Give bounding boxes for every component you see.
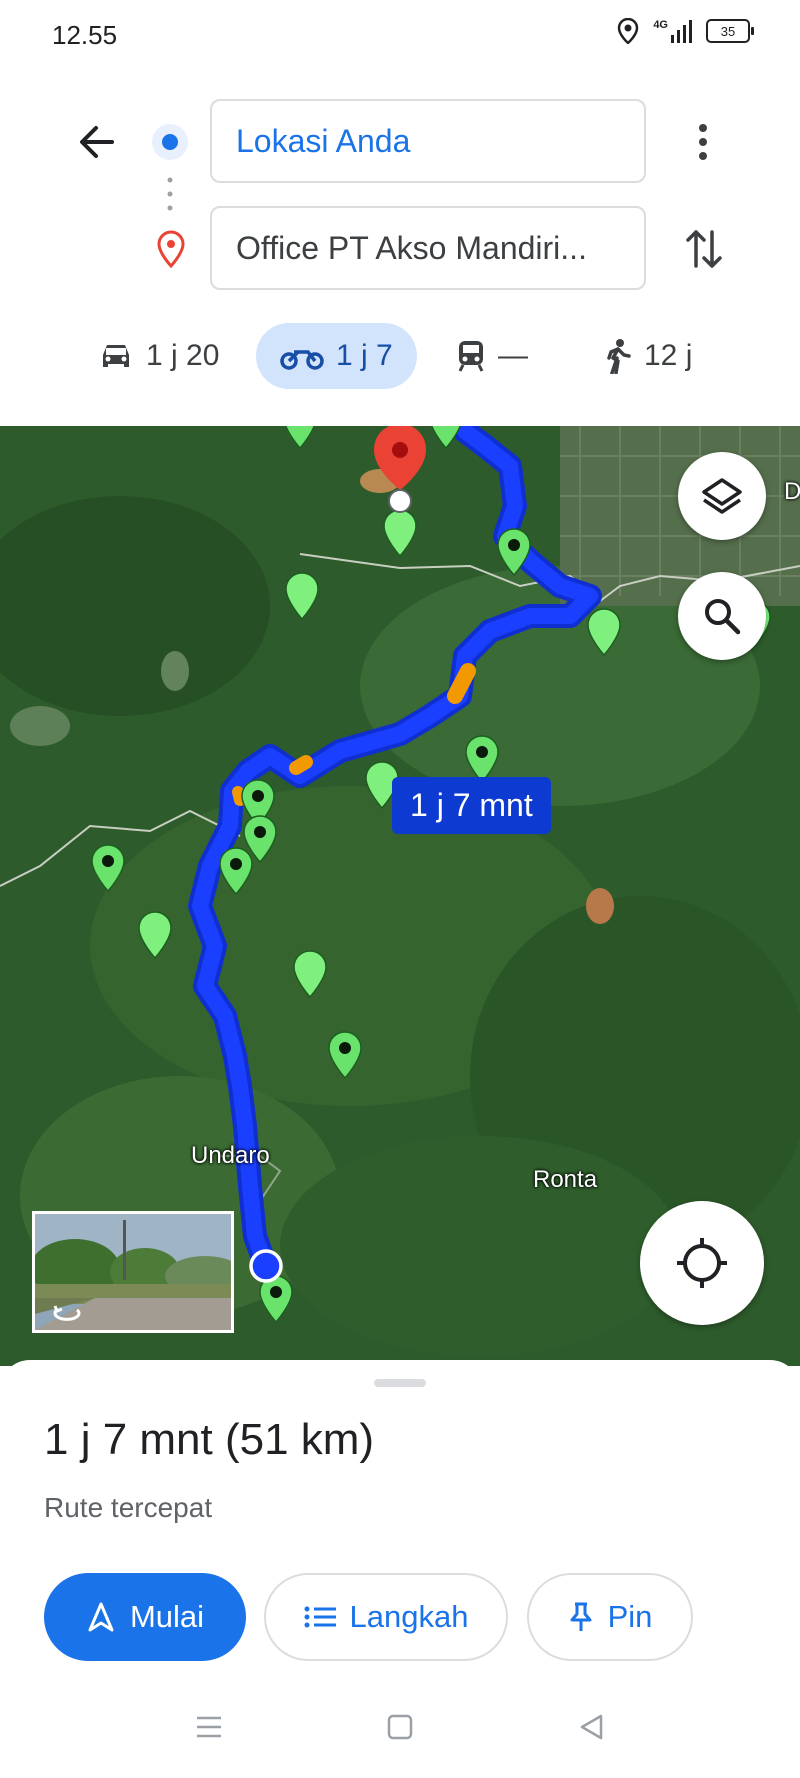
swap-icon[interactable]: [684, 226, 724, 272]
layers-icon: [702, 478, 742, 514]
status-time: 12.55: [52, 20, 118, 50]
mode-walk-label: 12 j: [644, 339, 693, 372]
status-icons: 4G 35: [617, 18, 754, 44]
steps-button[interactable]: Langkah: [264, 1573, 508, 1661]
system-nav-bar: [0, 1688, 800, 1778]
back-arrow-icon[interactable]: [76, 122, 116, 162]
crosshair-icon: [677, 1238, 727, 1288]
train-icon: [458, 341, 484, 372]
mode-drive-label: 1 j 20: [146, 339, 220, 372]
route-subtitle: Rute tercepat: [44, 1492, 213, 1523]
search-map-button[interactable]: [678, 572, 766, 660]
my-location-button[interactable]: [640, 1201, 764, 1325]
pushpin-icon: [570, 1602, 592, 1631]
search-icon: [705, 599, 741, 635]
route-duration-chip[interactable]: 1 j 7 mnt: [392, 777, 551, 834]
mode-transit[interactable]: —: [456, 323, 528, 389]
route-dots-icon: [167, 177, 173, 211]
mode-motorcycle-label: 1 j 7: [336, 339, 393, 372]
network-label: 4G: [653, 19, 668, 31]
sheet-drag-handle[interactable]: [374, 1379, 426, 1387]
mode-walk[interactable]: 12 j: [604, 323, 692, 389]
more-options-icon[interactable]: [688, 122, 718, 162]
street-view-thumbnail[interactable]: [32, 1211, 234, 1333]
battery-icon: 35: [706, 19, 754, 43]
destination-pin-icon: [157, 230, 185, 268]
steps-button-label: Langkah: [349, 1599, 469, 1634]
list-icon: [304, 1606, 336, 1628]
home-icon[interactable]: [385, 1712, 415, 1742]
start-button[interactable]: Mulai: [44, 1573, 246, 1661]
street-view-image: [35, 1214, 231, 1330]
car-icon: [103, 345, 129, 367]
mode-transit-label: —: [498, 339, 528, 372]
motorcycle-icon: [280, 350, 324, 370]
layers-button[interactable]: [678, 452, 766, 540]
status-bar: 12.55 4G 35: [0, 0, 800, 70]
mode-drive[interactable]: 1 j 20: [98, 323, 219, 389]
location-icon: [618, 18, 639, 44]
start-button-label: Mulai: [129, 1599, 205, 1634]
walk-icon: [607, 339, 631, 374]
place-label-ronta: Ronta: [533, 1166, 598, 1193]
navigation-arrow-icon: [88, 1602, 114, 1632]
mode-motorcycle[interactable]: 1 j 7: [256, 323, 417, 389]
origin-input[interactable]: Lokasi Anda: [210, 99, 646, 183]
pin-button-label: Pin: [607, 1599, 653, 1634]
back-icon[interactable]: [576, 1712, 606, 1742]
signal-icon: 4G: [653, 19, 692, 43]
travel-mode-bar: 1 j 20 1 j 7 — 12 j: [0, 323, 800, 389]
menu-icon[interactable]: [194, 1712, 224, 1742]
battery-level: 35: [720, 23, 736, 39]
origin-dot-icon: [152, 124, 188, 160]
pin-button[interactable]: Pin: [527, 1573, 693, 1661]
map-edge-label: D: [784, 478, 800, 505]
destination-input[interactable]: Office PT Akso Mandiri...: [210, 206, 646, 290]
route-summary: 1 j 7 mnt (51 km): [44, 1415, 375, 1464]
place-label-undaro: Undaro: [191, 1142, 270, 1169]
